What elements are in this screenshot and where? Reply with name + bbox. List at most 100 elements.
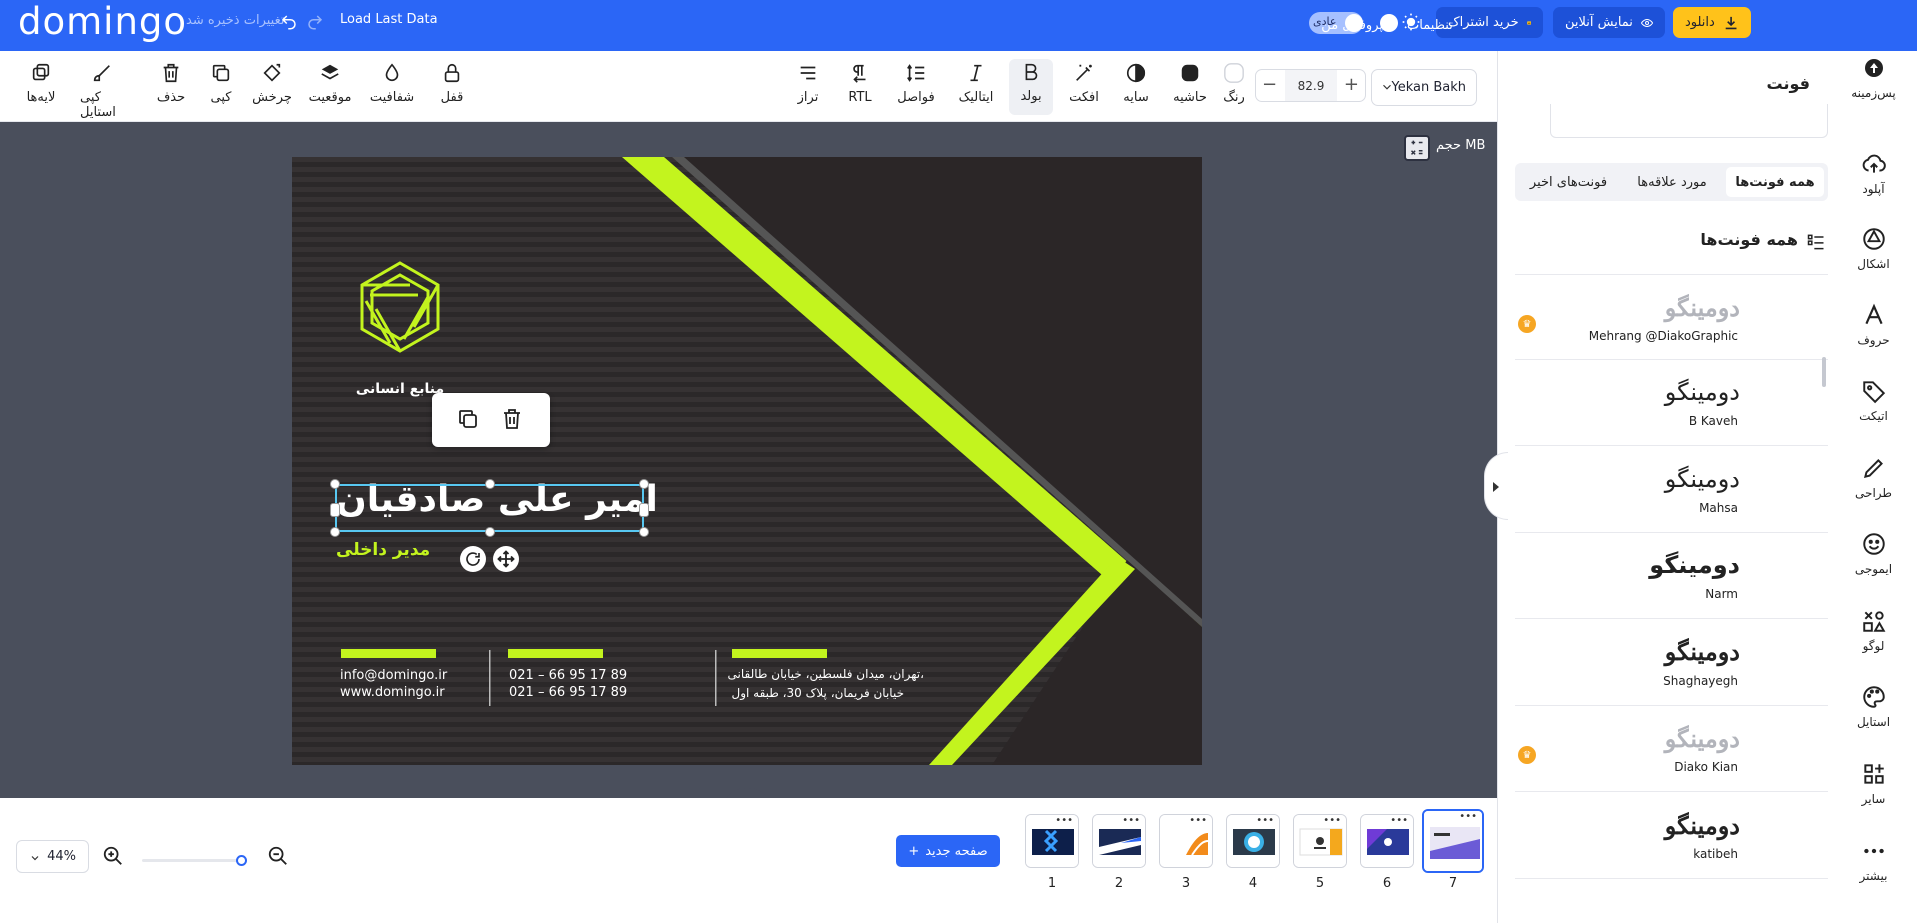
page-menu-icon[interactable]: ••• — [1388, 816, 1410, 826]
tool-align[interactable]: تراز — [786, 62, 830, 105]
card-address-1[interactable]: تهران، میدان فلسطین، خیابان طالقانی، — [714, 667, 924, 681]
tool-italic[interactable]: ایتالیک — [954, 62, 998, 105]
page-thumbnail[interactable]: ••• — [1360, 814, 1414, 868]
tab-favorites[interactable]: مورد علاقه‌ها — [1622, 167, 1722, 197]
tool-position[interactable]: موقعیت — [308, 62, 352, 105]
nav-background[interactable]: پس‌زمینه — [1830, 55, 1917, 100]
undo-icon[interactable] — [280, 13, 298, 31]
resize-handle[interactable] — [330, 527, 340, 537]
page-menu-icon[interactable]: ••• — [1321, 816, 1343, 826]
resize-handle[interactable] — [639, 527, 649, 537]
tool-color[interactable]: رنگ — [1212, 62, 1256, 105]
font-item[interactable]: دومینگو Mahsa — [1515, 447, 1828, 533]
resize-handle[interactable] — [485, 527, 495, 537]
nav-style[interactable]: استایل — [1830, 684, 1917, 729]
tool-rotate[interactable]: چرخش — [250, 62, 294, 105]
tool-copy-style[interactable]: کپی استایل — [80, 62, 124, 120]
premium-crown-icon: ♛ — [1518, 746, 1536, 764]
settings-button[interactable]: تنظیمات — [1395, 10, 1467, 41]
tool-lock[interactable]: قفل — [430, 62, 474, 105]
font-item[interactable]: دومینگو Narm — [1515, 533, 1828, 619]
tool-layers[interactable]: لایه‌ها — [19, 62, 63, 105]
font-item[interactable]: دومینگو B Kaveh — [1515, 360, 1828, 446]
font-search-input[interactable] — [1550, 104, 1828, 138]
increase-icon[interactable]: + — [1344, 74, 1359, 95]
opacity-icon — [385, 63, 399, 82]
profile-button[interactable]: پروفایل من — [1303, 10, 1395, 41]
resize-handle[interactable] — [330, 479, 340, 489]
card-role[interactable]: مدیر داخلی — [336, 540, 430, 560]
page-menu-icon[interactable]: ••• — [1254, 816, 1276, 826]
zoom-select[interactable]: 44% — [16, 840, 89, 873]
zoom-slider[interactable] — [142, 859, 247, 862]
panel-collapse-toggle[interactable] — [1484, 452, 1508, 520]
page-menu-icon[interactable]: ••• — [1120, 816, 1142, 826]
tab-all-fonts[interactable]: همه فونت‌ها — [1726, 167, 1824, 197]
delete-icon[interactable] — [500, 407, 524, 431]
font-item[interactable]: دومینگو Diako Kian ♛ — [1515, 706, 1828, 792]
duplicate-icon[interactable] — [456, 407, 480, 431]
page-thumbnail-selected[interactable]: ••• — [1422, 809, 1484, 873]
nav-shapes[interactable]: اشکال — [1830, 226, 1917, 271]
nav-emoji[interactable]: ایموجی — [1830, 531, 1917, 576]
zoom-slider-thumb[interactable] — [236, 855, 247, 866]
nav-draw[interactable]: طراحی — [1830, 455, 1917, 500]
resize-handle[interactable] — [330, 503, 340, 517]
tool-shadow[interactable]: سایه — [1114, 62, 1158, 105]
load-last-data-link[interactable]: Load Last Data — [340, 12, 438, 27]
nav-upload[interactable]: آپلود — [1830, 151, 1917, 196]
page-thumbnail[interactable]: ••• — [1159, 814, 1213, 868]
list-view-icon[interactable] — [1806, 232, 1826, 252]
rotate-handle-icon[interactable] — [460, 546, 486, 572]
file-size-icon[interactable] — [1404, 135, 1430, 161]
font-item[interactable]: دومینگو Mehrang @DiakoGraphic ♛ — [1515, 274, 1828, 360]
business-card-canvas[interactable]: منابع انسانی امیر علی صادقیان مدیر داخلی… — [292, 157, 1202, 765]
page-menu-icon[interactable]: ••• — [1457, 812, 1479, 822]
resize-handle[interactable] — [485, 479, 495, 489]
page-thumbnail[interactable]: ••• — [1092, 814, 1146, 868]
tool-bold[interactable]: بولد — [1009, 59, 1053, 115]
nav-logo[interactable]: لوگو — [1830, 608, 1917, 653]
font-item[interactable]: دومینگو katibeh — [1515, 793, 1828, 879]
panel-scrollbar[interactable] — [1822, 357, 1826, 387]
resize-handle[interactable] — [639, 479, 649, 489]
font-item[interactable]: دومینگو Shaghayegh — [1515, 620, 1828, 706]
font-family-select[interactable]: Yekan Bakh — [1371, 69, 1477, 106]
page-menu-icon[interactable]: ••• — [1053, 816, 1075, 826]
selection-box[interactable] — [335, 484, 644, 532]
tool-spacing[interactable]: فواصل — [894, 62, 938, 105]
card-website[interactable]: www.domingo.ir — [340, 685, 445, 700]
page-menu-icon[interactable]: ••• — [1187, 816, 1209, 826]
tab-recent-fonts[interactable]: فونت‌های اخیر — [1519, 167, 1618, 197]
nav-text[interactable]: حروف — [1830, 302, 1917, 347]
tool-opacity[interactable]: شفافیت — [370, 62, 414, 105]
nav-other[interactable]: سایر — [1830, 761, 1917, 806]
resize-handle[interactable] — [639, 503, 649, 517]
move-handle-icon[interactable] — [493, 546, 519, 572]
font-name: Mehrang @DiakoGraphic — [1588, 329, 1738, 343]
redo-icon[interactable] — [306, 13, 324, 31]
tool-delete[interactable]: حذف — [149, 62, 193, 105]
font-size-stepper[interactable]: − 82.9 + — [1255, 69, 1366, 102]
zoom-in-icon[interactable] — [102, 845, 124, 867]
card-phone-2[interactable]: 021 – 66 95 17 89 — [509, 685, 627, 700]
download-button[interactable]: دانلود — [1673, 7, 1751, 38]
app-logo[interactable]: domingo — [18, 2, 187, 42]
tool-copy[interactable]: کپی — [199, 62, 243, 105]
page-thumbnail[interactable]: ••• — [1293, 814, 1347, 868]
online-preview-button[interactable]: نمایش آنلاین — [1553, 7, 1665, 38]
tool-border[interactable]: حاشیه — [1168, 62, 1212, 105]
card-email[interactable]: info@domingo.ir — [340, 668, 447, 683]
card-phone-1[interactable]: 021 – 66 95 17 89 — [509, 668, 627, 683]
zoom-out-icon[interactable] — [267, 845, 289, 867]
font-size-value[interactable]: 82.9 — [1285, 70, 1337, 101]
tool-rtl[interactable]: RTL — [838, 62, 882, 105]
nav-tags[interactable]: اتیکت — [1830, 378, 1917, 423]
new-page-button[interactable]: + صفحه جدید — [896, 835, 1000, 867]
page-thumbnail[interactable]: ••• — [1025, 814, 1079, 868]
nav-more[interactable]: بیشتر — [1830, 838, 1917, 883]
tool-effect[interactable]: افکت — [1062, 62, 1106, 105]
card-address-2[interactable]: خیابان فریمان، پلاک 30، طبقه اول — [714, 686, 904, 700]
decrease-icon[interactable]: − — [1262, 74, 1277, 95]
page-thumbnail[interactable]: ••• — [1226, 814, 1280, 868]
